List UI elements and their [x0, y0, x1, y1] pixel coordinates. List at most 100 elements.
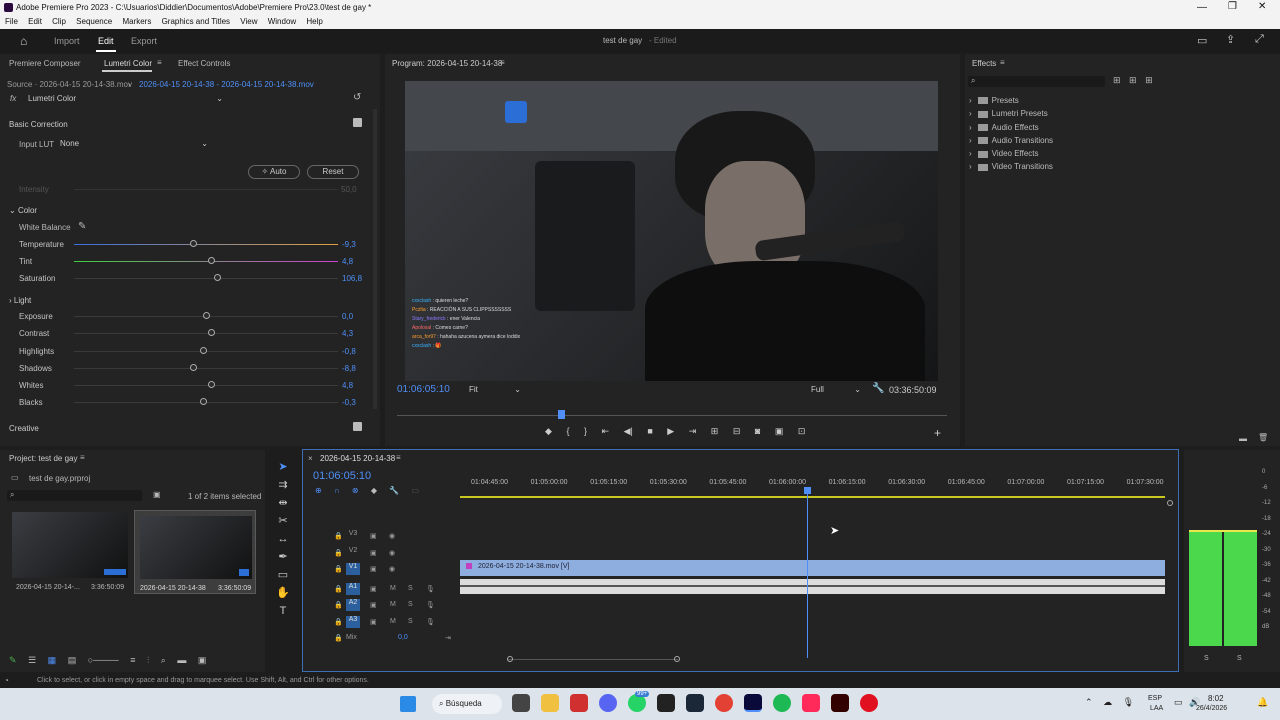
home-icon[interactable]: ⌂ [20, 34, 27, 48]
creative-checkbox[interactable] [353, 422, 362, 431]
effect-select[interactable]: Lumetri Color ⌄ [28, 94, 223, 103]
opera-icon[interactable] [860, 694, 878, 712]
scrollbar[interactable] [373, 109, 377, 409]
out-icon[interactable]: } [584, 426, 587, 436]
program-timecode[interactable]: 01:06:05:10 [397, 384, 450, 395]
wrench-icon[interactable]: 🔧 [389, 486, 399, 495]
track-label[interactable]: V2 [346, 547, 360, 559]
project-item-1[interactable]: 2026-04-15 20-14-... 3:36:50:09 [12, 512, 128, 592]
mic-icon[interactable]: 🎙 [1123, 697, 1134, 707]
slider-knob[interactable] [208, 257, 216, 264]
track-label[interactable]: A3 [346, 616, 360, 628]
fullscreen-icon[interactable]: ⤢ [1255, 33, 1264, 46]
panel-menu-icon[interactable]: ≡ [500, 58, 505, 67]
basic-correction-heading[interactable]: Basic Correction [9, 120, 68, 129]
overwrite-icon[interactable]: ⊟ [733, 426, 741, 436]
tab-effect-controls[interactable]: Effect Controls [178, 59, 230, 68]
input-lut-select[interactable]: None ⌄ [60, 139, 208, 148]
effects-item[interactable]: › Audio Effects [969, 121, 1053, 134]
chrome-icon[interactable] [715, 694, 733, 712]
slider-track[interactable] [74, 368, 338, 369]
nest-icon[interactable]: ⊕ [315, 486, 322, 495]
linked-icon[interactable]: ⊗ [352, 486, 359, 495]
snap-icon[interactable]: ∩ [334, 486, 340, 495]
solo-left-button[interactable]: S [1204, 655, 1209, 662]
slider-knob[interactable] [208, 381, 216, 388]
mute-button[interactable]: M [390, 585, 396, 592]
timeline-playhead[interactable] [807, 488, 808, 658]
pencil-icon[interactable]: ✎ [9, 655, 17, 665]
slider-value[interactable]: 4,3 [342, 329, 353, 338]
in-icon[interactable]: { [566, 426, 569, 436]
slider-blacks[interactable]: Blacks -0,3 [8, 397, 363, 409]
mix-value[interactable]: 0,0 [398, 634, 408, 641]
lock-icon[interactable]: 🔒 [334, 532, 343, 540]
effects-search-input[interactable]: ⌕ [968, 76, 1105, 87]
timeline-tools[interactable]: ⊕ ∩ ⊗ ◆ 🔧 ▭ [315, 486, 419, 495]
steam-icon[interactable] [686, 694, 704, 712]
slider-value[interactable]: 106,8 [342, 274, 362, 283]
reset-button[interactable]: Reset [307, 165, 359, 179]
light-section[interactable]: › Light [9, 296, 31, 305]
playhead-bar[interactable] [397, 415, 947, 416]
slip-icon[interactable]: ↔ [272, 530, 294, 548]
tiktok-icon[interactable] [802, 694, 820, 712]
color-section[interactable]: ⌄ Color [9, 206, 37, 215]
close-button[interactable]: ✕ [1258, 1, 1266, 12]
scroll-handle-right[interactable] [674, 656, 680, 662]
system-icons[interactable]: ▭ 🔊 [1174, 697, 1200, 708]
lang-laa[interactable]: LAA [1150, 705, 1163, 712]
basic-correction-checkbox[interactable] [353, 118, 362, 127]
insert-icon[interactable]: ⊞ [711, 426, 719, 436]
mute-button[interactable]: M [390, 618, 396, 625]
tray-icons[interactable]: ⌃ ☁ 🎙 [1085, 697, 1134, 708]
sync-lock-icon[interactable]: ▣ [370, 565, 377, 573]
mic-icon[interactable]: 🎙 [426, 601, 435, 609]
compare-icon[interactable]: ▣ [775, 426, 784, 436]
slider-saturation[interactable]: Saturation 106,8 [8, 273, 363, 285]
volume-icon[interactable]: 🔊 [1189, 697, 1200, 707]
solo-button[interactable]: S [408, 618, 413, 625]
track-label[interactable]: V1 [346, 563, 360, 575]
lock-icon[interactable]: 🔒 [334, 601, 343, 609]
slider-shadows[interactable]: Shadows -8,8 [8, 363, 363, 375]
discord-icon[interactable] [599, 694, 617, 712]
track-a3[interactable]: 🔒 A3 ▣ M S 🎙 [330, 615, 458, 630]
timeline-timecode[interactable]: 01:06:05:10 [313, 470, 371, 482]
panel-menu-icon[interactable]: ≡ [396, 453, 401, 462]
slider-value[interactable]: -0,3 [342, 398, 356, 407]
solo-button[interactable]: S [408, 585, 413, 592]
effects-item[interactable]: › Presets [969, 94, 1053, 107]
share-icon[interactable]: ⇪ [1226, 33, 1235, 46]
effects-filter-icons[interactable]: ⊞ ⊞ ⊞ [1113, 75, 1153, 86]
new-bin-icon[interactable]: ▬ [177, 655, 186, 665]
razor-icon[interactable]: ✂ [272, 512, 294, 530]
go-out-icon[interactable]: ⇥ [689, 426, 697, 436]
panel-menu-icon[interactable]: ≡ [1000, 58, 1005, 67]
windows-start-icon[interactable] [400, 696, 416, 712]
menu-graphics[interactable]: Graphics and Titles [162, 15, 230, 29]
sync-lock-icon[interactable]: ▣ [370, 585, 377, 593]
effects-item[interactable]: › Video Effects [969, 147, 1053, 160]
playhead-handle[interactable] [804, 487, 811, 494]
slider-highlights[interactable]: Highlights -0,8 [8, 346, 363, 358]
menu-view[interactable]: View [240, 15, 257, 29]
slider-value[interactable]: 4,8 [342, 257, 353, 266]
creative-heading[interactable]: Creative [9, 424, 39, 433]
find-icon[interactable]: ⌕ [161, 655, 166, 665]
maximize-button[interactable]: ❐ [1228, 1, 1237, 12]
solo-right-button[interactable]: S [1237, 655, 1242, 662]
audio-clip[interactable] [460, 579, 1165, 594]
slider-knob[interactable] [200, 398, 208, 405]
effects-item[interactable]: › Lumetri Presets [969, 107, 1053, 120]
file-explorer-icon[interactable] [541, 694, 559, 712]
transport-controls[interactable]: ◆ { } ⇤ ◀| ■ ▶ ⇥ ⊞ ⊟ ◙ ▣ ⊡ [545, 426, 925, 440]
play-icon[interactable]: ▶ [667, 426, 674, 436]
sync-lock-icon[interactable]: ▣ [370, 601, 377, 609]
marker-icon[interactable]: ◆ [371, 486, 377, 495]
pen-icon[interactable]: ✒ [272, 548, 294, 566]
timeline-tab[interactable]: 2026-04-15 20-14-38 [320, 454, 395, 463]
eye-icon[interactable]: ◉ [389, 532, 395, 540]
project-footer-tools[interactable]: ✎ ☰ ▦ ▤ ○──── ≡ ⫶ ⌕ ▬ ▣ [9, 655, 206, 666]
trim-icon[interactable]: ⊡ [798, 426, 806, 436]
